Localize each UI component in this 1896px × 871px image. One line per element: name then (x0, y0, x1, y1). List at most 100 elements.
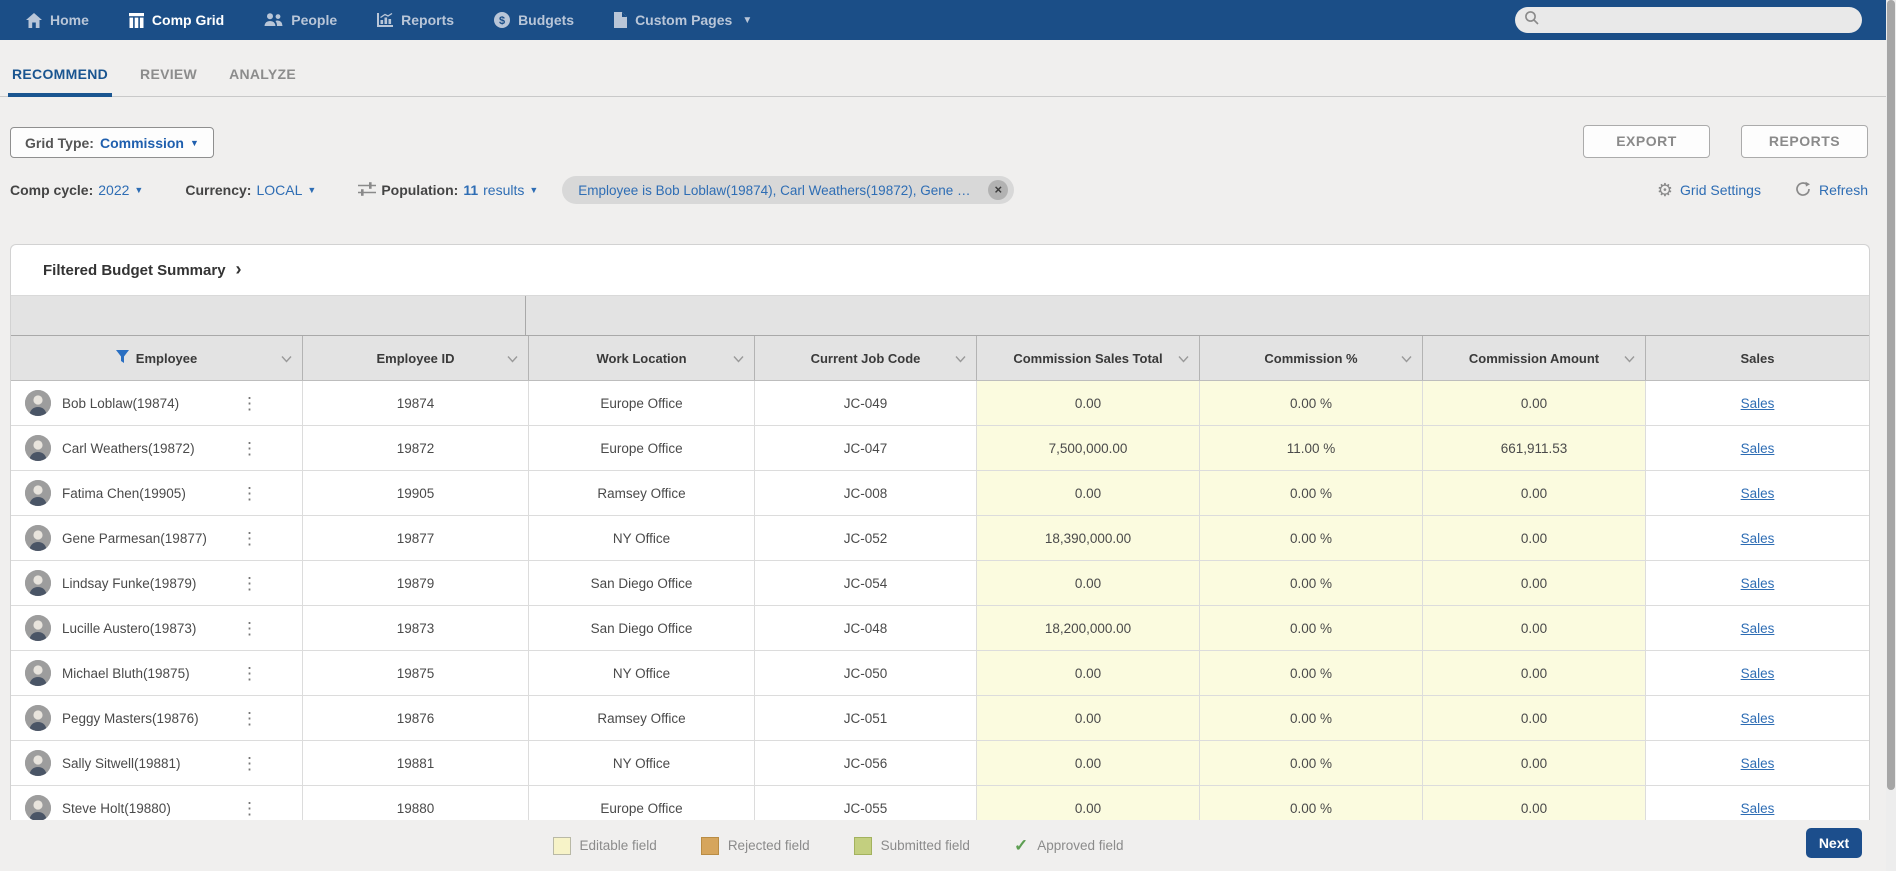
table-row: Bob Loblaw(19874) ⋮ 19874 Europe Office … (11, 381, 1869, 426)
tab-review[interactable]: REVIEW (136, 66, 201, 96)
chevron-down-icon[interactable] (955, 351, 966, 366)
tab-analyze[interactable]: ANALYZE (225, 66, 300, 96)
commission-sales-total-cell[interactable]: 0.00 (977, 696, 1200, 740)
commission-amount-cell[interactable]: 0.00 (1423, 381, 1646, 425)
nav-item-home[interactable]: Home (26, 12, 89, 28)
commission-sales-total-cell[interactable]: 0.00 (977, 471, 1200, 515)
sales-link[interactable]: Sales (1741, 756, 1775, 771)
population-filter-chip[interactable]: Employee is Bob Loblaw(19874), Carl Weat… (562, 176, 1015, 204)
sales-link[interactable]: Sales (1741, 486, 1775, 501)
kebab-menu-icon[interactable]: ⋮ (241, 800, 258, 817)
kebab-menu-icon[interactable]: ⋮ (241, 485, 258, 502)
commission-pct-cell[interactable]: 0.00 % (1200, 786, 1423, 820)
kebab-menu-icon[interactable]: ⋮ (241, 530, 258, 547)
sales-link[interactable]: Sales (1741, 666, 1775, 681)
filtered-budget-summary-toggle[interactable]: Filtered Budget Summary › (11, 245, 1869, 296)
commission-sales-total-cell[interactable]: 18,200,000.00 (977, 606, 1200, 650)
kebab-menu-icon[interactable]: ⋮ (241, 710, 258, 727)
close-icon[interactable]: × (988, 180, 1009, 200)
sales-link[interactable]: Sales (1741, 441, 1775, 456)
population-dropdown[interactable]: Population: 11 results ▼ (358, 181, 538, 200)
kebab-menu-icon[interactable]: ⋮ (241, 755, 258, 772)
commission-pct-cell[interactable]: 0.00 % (1200, 516, 1423, 560)
chevron-down-icon[interactable] (1178, 351, 1189, 366)
nav-item-custom-pages[interactable]: Custom Pages ▼ (614, 12, 752, 28)
column-header-employee[interactable]: Employee (11, 336, 303, 380)
grid-type-dropdown[interactable]: Grid Type: Commission ▼ (10, 127, 214, 158)
commission-sales-total-cell[interactable]: 0.00 (977, 561, 1200, 605)
commission-pct-cell[interactable]: 0.00 % (1200, 651, 1423, 695)
commission-pct-cell[interactable]: 0.00 % (1200, 741, 1423, 785)
column-header-work-location[interactable]: Work Location (529, 336, 755, 380)
commission-amount-cell[interactable]: 0.00 (1423, 696, 1646, 740)
commission-pct-cell[interactable]: 11.00 % (1200, 426, 1423, 470)
column-header-commission-amount[interactable]: Commission Amount (1423, 336, 1646, 380)
sales-link[interactable]: Sales (1741, 801, 1775, 816)
nav-item-reports[interactable]: Reports (377, 12, 454, 28)
commission-sales-total-cell[interactable]: 7,500,000.00 (977, 426, 1200, 470)
comp-grid-icon (128, 12, 144, 28)
commission-sales-total-cell[interactable]: 0.00 (977, 381, 1200, 425)
commission-pct-cell[interactable]: 0.00 % (1200, 561, 1423, 605)
table-row: Gene Parmesan(19877) ⋮ 19877 NY Office J… (11, 516, 1869, 561)
sales-link[interactable]: Sales (1741, 621, 1775, 636)
nav-item-comp-grid[interactable]: Comp Grid (128, 12, 224, 28)
column-header-commission-pct[interactable]: Commission % (1200, 336, 1423, 380)
column-header-commission-sales-total[interactable]: Commission Sales Total (977, 336, 1200, 380)
chevron-down-icon[interactable] (507, 351, 518, 366)
commission-amount-cell[interactable]: 0.00 (1423, 516, 1646, 560)
editable-swatch-icon (552, 836, 571, 855)
kebab-menu-icon[interactable]: ⋮ (241, 440, 258, 457)
chevron-down-icon[interactable] (281, 351, 292, 366)
column-header-current-job-code[interactable]: Current Job Code (755, 336, 977, 380)
commission-pct-cell[interactable]: 0.00 % (1200, 696, 1423, 740)
column-header-employee-id[interactable]: Employee ID (303, 336, 529, 380)
chevron-down-icon[interactable] (733, 351, 744, 366)
sales-link[interactable]: Sales (1741, 711, 1775, 726)
tab-recommend[interactable]: RECOMMEND (8, 66, 113, 97)
export-button[interactable]: EXPORT (1583, 125, 1710, 158)
comp-cycle-dropdown[interactable]: Comp cycle: 2022 ▼ (10, 182, 143, 198)
commission-pct-cell[interactable]: 0.00 % (1200, 471, 1423, 515)
scrollbar-thumb[interactable] (1887, 0, 1895, 790)
currency-value: LOCAL (256, 182, 303, 198)
commission-pct-cell[interactable]: 0.00 % (1200, 381, 1423, 425)
reports-button[interactable]: REPORTS (1741, 125, 1868, 158)
commission-amount-cell[interactable]: 661,911.53 (1423, 426, 1646, 470)
search-input[interactable] (1540, 12, 1830, 28)
vertical-scrollbar[interactable] (1886, 0, 1896, 871)
kebab-menu-icon[interactable]: ⋮ (241, 575, 258, 592)
chevron-down-icon: ▼ (742, 14, 753, 26)
commission-amount-cell[interactable]: 0.00 (1423, 651, 1646, 695)
commission-amount-cell[interactable]: 0.00 (1423, 741, 1646, 785)
next-button[interactable]: Next (1806, 828, 1862, 858)
kebab-menu-icon[interactable]: ⋮ (241, 665, 258, 682)
grid-settings-button[interactable]: ⚙ Grid Settings (1657, 181, 1761, 199)
chevron-down-icon[interactable] (1624, 351, 1635, 366)
refresh-button[interactable]: Refresh (1795, 181, 1868, 200)
commission-sales-total-cell[interactable]: 0.00 (977, 651, 1200, 695)
sales-link[interactable]: Sales (1741, 396, 1775, 411)
commission-sales-total-cell[interactable]: 18,390,000.00 (977, 516, 1200, 560)
commission-amount-cell[interactable]: 0.00 (1423, 471, 1646, 515)
commission-pct-cell[interactable]: 0.00 % (1200, 606, 1423, 650)
commission-amount-cell[interactable]: 0.00 (1423, 786, 1646, 820)
chevron-down-icon: ▼ (307, 185, 317, 195)
sales-cell: Sales (1646, 606, 1869, 650)
sales-link[interactable]: Sales (1741, 576, 1775, 591)
currency-dropdown[interactable]: Currency: LOCAL ▼ (185, 182, 316, 198)
commission-amount-cell[interactable]: 0.00 (1423, 606, 1646, 650)
commission-sales-total-cell[interactable]: 0.00 (977, 741, 1200, 785)
global-search[interactable] (1515, 7, 1862, 33)
sales-link[interactable]: Sales (1741, 531, 1775, 546)
commission-sales-total-cell[interactable]: 0.00 (977, 786, 1200, 820)
table-row: Fatima Chen(19905) ⋮ 19905 Ramsey Office… (11, 471, 1869, 516)
kebab-menu-icon[interactable]: ⋮ (241, 395, 258, 412)
nav-item-budgets[interactable]: $ Budgets (494, 12, 574, 28)
commission-amount-cell[interactable]: 0.00 (1423, 561, 1646, 605)
kebab-menu-icon[interactable]: ⋮ (241, 620, 258, 637)
population-count: 11 (463, 182, 479, 198)
chevron-down-icon[interactable] (1401, 351, 1412, 366)
avatar (25, 435, 51, 461)
nav-item-people[interactable]: People (264, 12, 337, 28)
